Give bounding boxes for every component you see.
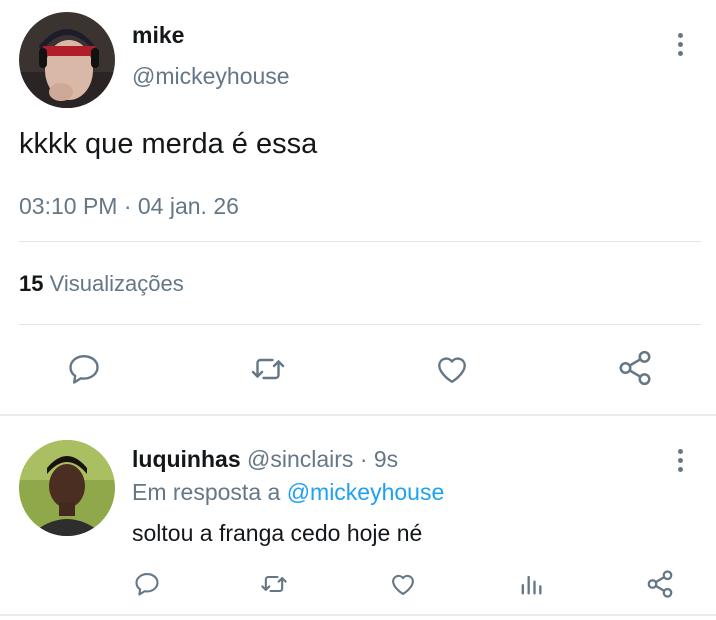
tweet-text: kkkk que merda é essa [19, 128, 318, 160]
divider [19, 241, 701, 242]
views-count: 15 [19, 271, 44, 296]
like-icon[interactable] [388, 570, 418, 598]
author-handle[interactable]: @mickeyhouse [132, 63, 290, 90]
section-divider [0, 414, 716, 416]
in-reply-handle-link[interactable]: @mickeyhouse [287, 479, 445, 505]
reply-author-avatar[interactable] [19, 440, 115, 536]
in-reply-to: Em resposta a @mickeyhouse [132, 479, 444, 506]
share-icon[interactable] [645, 569, 675, 599]
in-reply-prefix: Em resposta a [132, 479, 281, 505]
more-options-icon[interactable] [671, 33, 689, 57]
reply-header: luquinhas @sinclairs · 9s [132, 446, 398, 473]
retweet-icon[interactable] [249, 351, 287, 387]
retweet-icon[interactable] [259, 570, 289, 598]
reply-author-name[interactable]: luquinhas [132, 446, 241, 472]
reply-author-handle[interactable]: @sinclairs [247, 446, 353, 472]
share-icon[interactable] [616, 349, 654, 387]
reply-age: · 9s [359, 446, 399, 472]
more-options-icon[interactable] [671, 449, 689, 473]
tweet-timestamp[interactable]: 03:10 PM · 04 jan. 26 [19, 193, 239, 220]
author-avatar[interactable] [19, 12, 115, 108]
reply-icon[interactable] [66, 351, 102, 387]
reply-text: soltou a franga cedo hoje né [132, 520, 423, 546]
views-label: Visualizações [49, 271, 184, 296]
author-name[interactable]: mike [132, 22, 184, 49]
views-stat[interactable]: 15 Visualizações [19, 271, 184, 297]
divider [19, 324, 701, 325]
analytics-icon[interactable] [517, 570, 545, 598]
like-icon[interactable] [433, 351, 471, 387]
reply-icon[interactable] [133, 570, 161, 598]
section-divider [0, 614, 716, 616]
